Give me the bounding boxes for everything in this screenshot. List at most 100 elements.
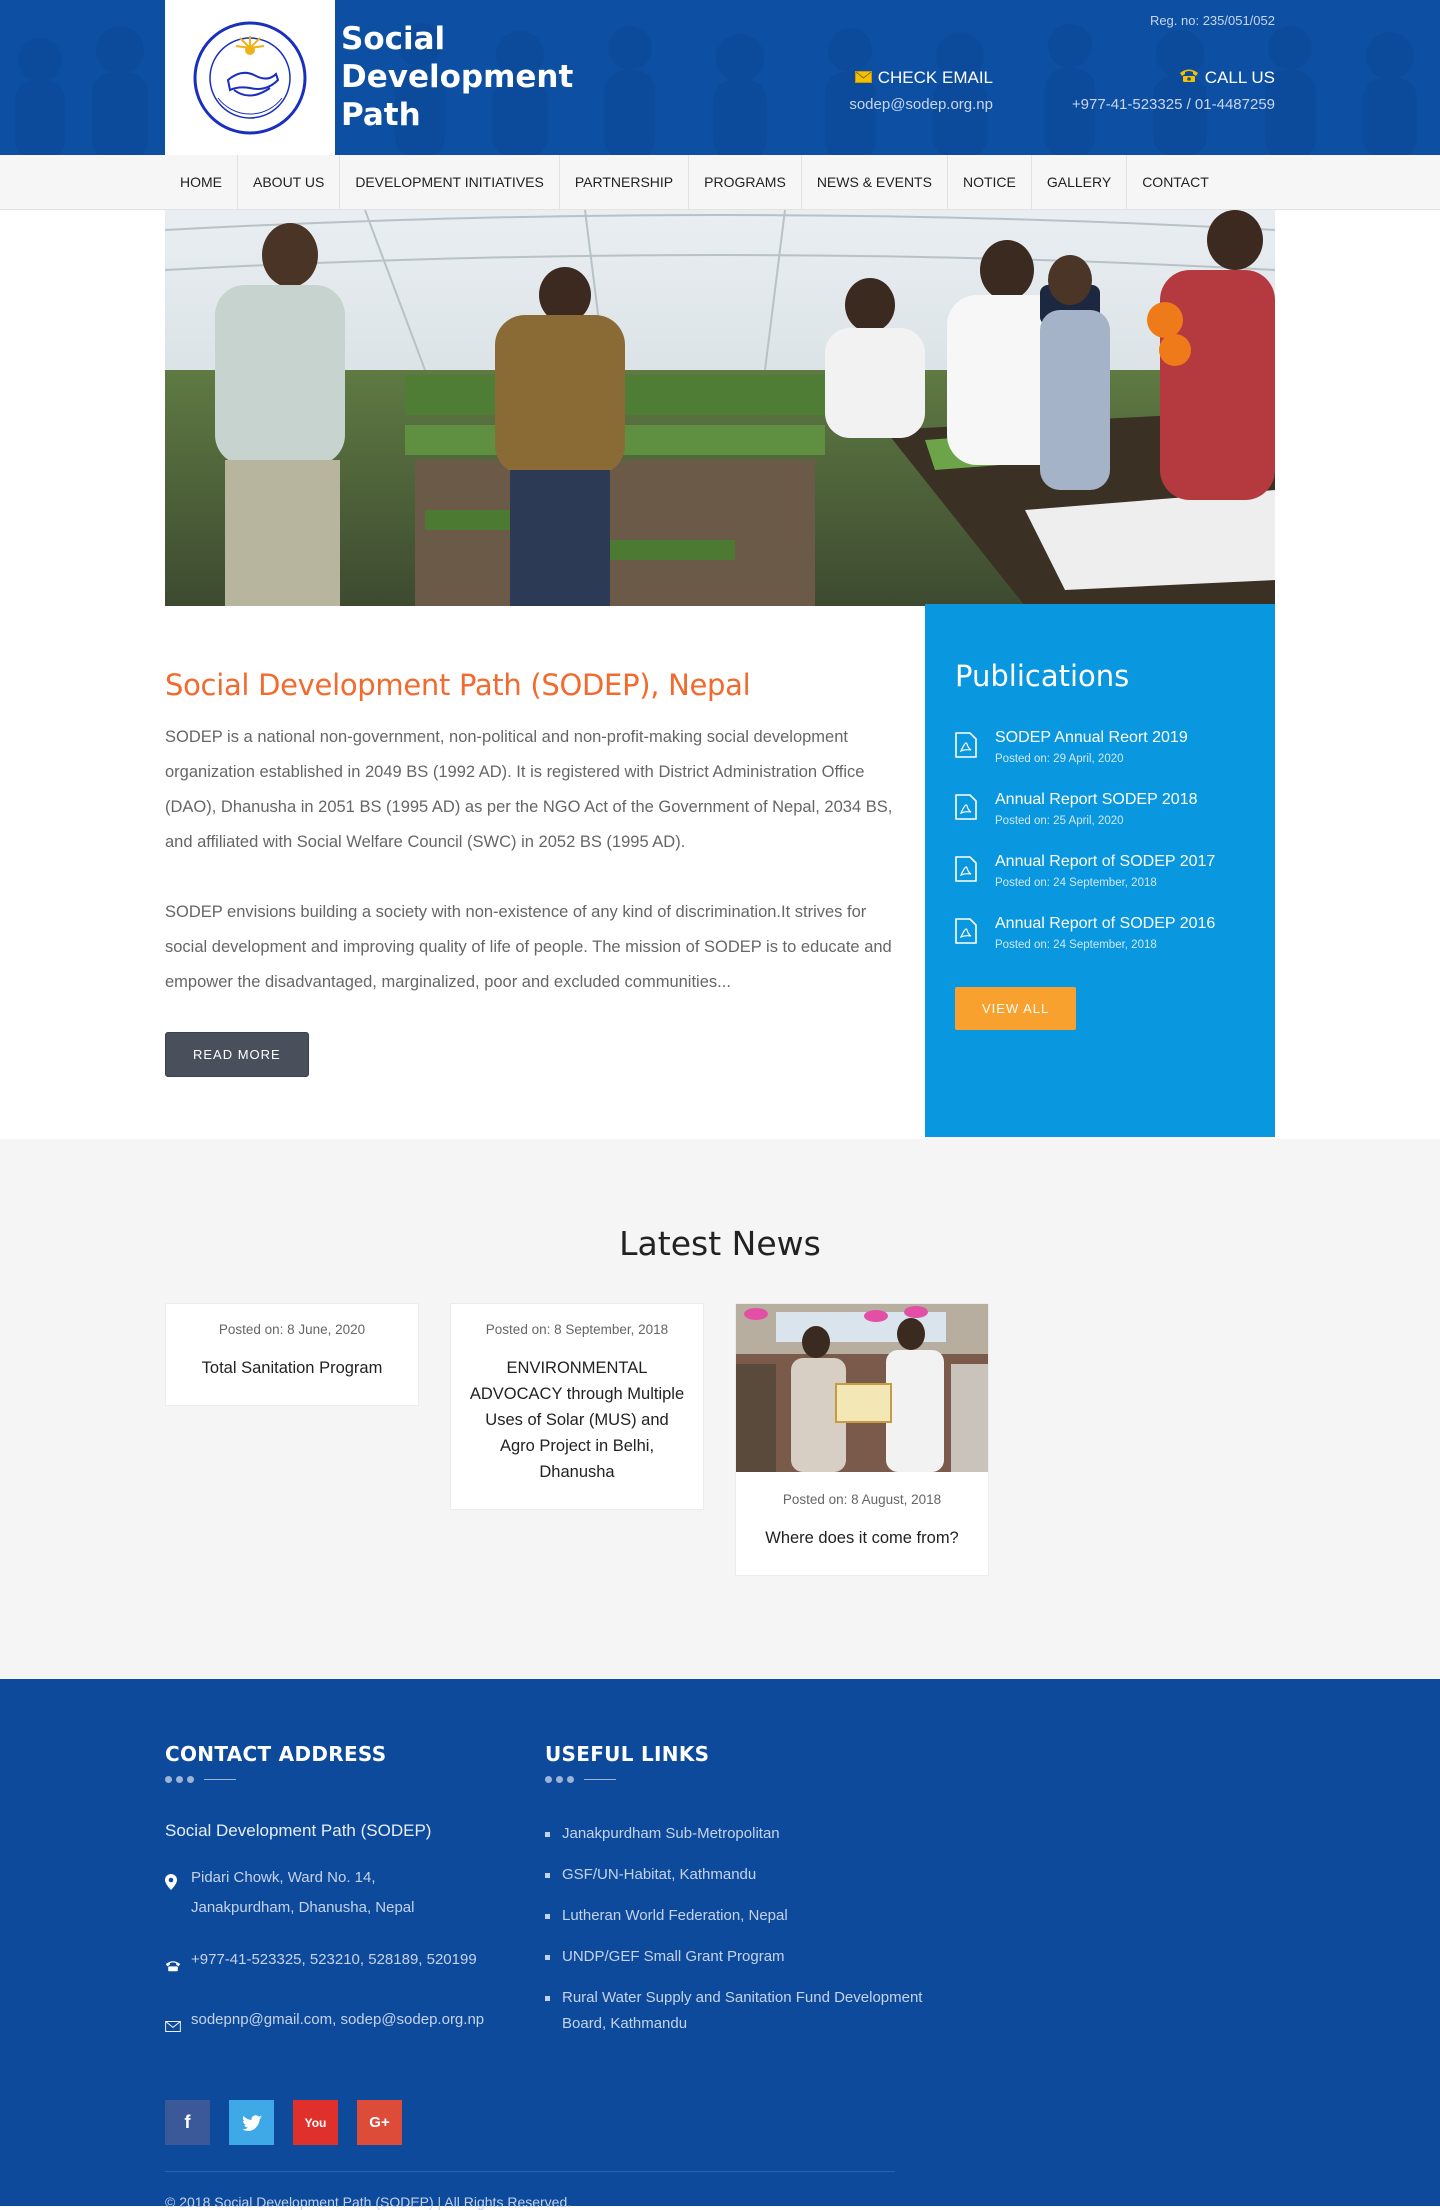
- header-email[interactable]: sodep@sodep.org.np: [849, 96, 993, 113]
- logo[interactable]: [165, 0, 335, 155]
- about-paragraph-2: SODEP envisions building a society with …: [165, 903, 892, 991]
- footer-address: Pidari Chowk, Ward No. 14, Janakpurdham,…: [165, 1863, 545, 1923]
- hero-banner: [165, 210, 1275, 606]
- site-title[interactable]: Social Development Path: [341, 20, 573, 134]
- publication-item[interactable]: Annual Report of SODEP 2017 Posted on: 2…: [955, 853, 1245, 889]
- news-grid: Posted on: 8 June, 2020 Total Sanitation…: [165, 1303, 1275, 1576]
- site-title-line2: Development: [341, 59, 574, 95]
- google-plus-icon[interactable]: G+: [357, 2100, 402, 2145]
- news-photo[interactable]: [736, 1304, 988, 1472]
- useful-links-column: USEFUL LINKS Janakpurdham Sub-Metropolit…: [545, 1742, 925, 2052]
- call-us-label-row: CALL US: [1072, 68, 1275, 88]
- sodep-logo-icon: [193, 21, 307, 134]
- read-more-button[interactable]: READ MORE: [165, 1032, 309, 1077]
- useful-link[interactable]: Rural Water Supply and Sanitation Fund D…: [545, 1985, 925, 2037]
- useful-link[interactable]: Lutheran World Federation, Nepal: [545, 1903, 925, 1929]
- latest-news-title: Latest News: [619, 1224, 821, 1263]
- facebook-icon[interactable]: f: [165, 2100, 210, 2145]
- useful-link[interactable]: Janakpurdham Sub-Metropolitan: [545, 1821, 925, 1847]
- twitter-icon[interactable]: [229, 2100, 274, 2145]
- call-us-label: CALL US: [1204, 68, 1275, 87]
- address-line-2: Janakpurdham, Dhanusha, Nepal: [191, 1899, 415, 1916]
- nav-item-contact[interactable]: CONTACT: [1127, 155, 1224, 209]
- map-pin-icon: [165, 1871, 177, 1923]
- publication-item[interactable]: Annual Report of SODEP 2016 Posted on: 2…: [955, 915, 1245, 951]
- useful-links-title: USEFUL LINKS: [545, 1742, 710, 1766]
- header-topbar: Social Development Path Reg. no: 235/051…: [0, 0, 1440, 155]
- news-title[interactable]: Total Sanitation Program: [182, 1355, 402, 1381]
- about-title: Social Development Path (SODEP), Nepal: [165, 668, 751, 702]
- news-title[interactable]: ENVIRONMENTAL ADVOCACY through Multiple …: [467, 1355, 687, 1485]
- site-footer: CONTACT ADDRESS Social Development Path …: [0, 1679, 1440, 2210]
- publication-item[interactable]: Annual Report SODEP 2018 Posted on: 25 A…: [955, 791, 1245, 827]
- nav-item-development-initiatives[interactable]: DEVELOPMENT INITIATIVES: [340, 155, 560, 209]
- social-links: f You G+: [165, 2100, 1275, 2145]
- publication-title[interactable]: SODEP Annual Reort 2019: [995, 729, 1188, 747]
- pdf-icon: [955, 918, 977, 944]
- envelope-icon: [854, 68, 872, 88]
- publication-title[interactable]: Annual Report of SODEP 2016: [995, 915, 1215, 933]
- publication-date: Posted on: 24 September, 2018: [995, 877, 1157, 889]
- registration-number: Reg. no: 235/051/052: [1149, 13, 1275, 28]
- nav-item-news-events[interactable]: NEWS & EVENTS: [802, 155, 948, 209]
- about-publications-section: Social Development Path (SODEP), Nepal S…: [165, 604, 1275, 1139]
- pdf-icon: [955, 732, 977, 758]
- telephone-icon: [1179, 68, 1199, 88]
- nav-item-programs[interactable]: PROGRAMS: [689, 155, 802, 209]
- footer-phone-numbers[interactable]: +977-41-523325, 523210, 528189, 520199: [191, 1945, 477, 1983]
- footer-email: sodepnp@gmail.com, sodep@sodep.org.np: [165, 2005, 545, 2043]
- publication-title[interactable]: Annual Report SODEP 2018: [995, 791, 1198, 809]
- news-photo-award-ceremony: [736, 1304, 988, 1472]
- view-all-button[interactable]: VIEW ALL: [955, 987, 1077, 1030]
- about-paragraph-1: SODEP is a national non-government, non-…: [165, 728, 893, 851]
- hero-photo-greenhouse: [165, 210, 1275, 606]
- site-header: Social Development Path Reg. no: 235/051…: [0, 0, 1440, 210]
- pdf-icon: [955, 856, 977, 882]
- envelope-icon: [165, 2013, 181, 2043]
- publication-date: Posted on: 29 April, 2020: [995, 753, 1124, 765]
- footer-divider: [165, 2171, 895, 2172]
- main-navigation: HOME ABOUT US DEVELOPMENT INITIATIVES PA…: [0, 155, 1440, 210]
- news-date: Posted on: 8 August, 2018: [782, 1492, 942, 1507]
- footer-email-addresses[interactable]: sodepnp@gmail.com, sodep@sodep.org.np: [191, 2005, 484, 2043]
- news-card[interactable]: Posted on: 8 June, 2020 Total Sanitation…: [165, 1303, 419, 1406]
- about-section: Social Development Path (SODEP), Nepal S…: [165, 606, 895, 1077]
- call-us-block[interactable]: CALL US +977-41-523325 / 01-4487259: [1072, 68, 1275, 113]
- telephone-icon: [165, 1953, 181, 1983]
- news-date: Posted on: 8 June, 2020: [218, 1322, 366, 1337]
- check-email-label-row: CHECK EMAIL: [849, 68, 993, 88]
- footer-org-name: Social Development Path (SODEP): [165, 1821, 432, 1840]
- contact-address-title: CONTACT ADDRESS: [165, 1742, 387, 1766]
- check-email-label: CHECK EMAIL: [877, 68, 993, 87]
- publication-date: Posted on: 24 September, 2018: [995, 939, 1157, 951]
- latest-news-section: Latest News Posted on: 8 June, 2020 Tota…: [0, 1139, 1440, 1679]
- useful-link[interactable]: GSF/UN-Habitat, Kathmandu: [545, 1862, 925, 1888]
- publications-panel: Publications SODEP Annual Reort 2019 Pos…: [925, 604, 1275, 1137]
- nav-item-about-us[interactable]: ABOUT US: [238, 155, 341, 209]
- copyright: © 2018 Social Development Path (SODEP) |…: [165, 2194, 572, 2210]
- contact-address-column: CONTACT ADDRESS Social Development Path …: [165, 1742, 545, 2052]
- header-phone[interactable]: +977-41-523325 / 01-4487259: [1072, 96, 1275, 113]
- news-card[interactable]: Posted on: 8 September, 2018 ENVIRONMENT…: [450, 1303, 704, 1510]
- check-email-block[interactable]: CHECK EMAIL sodep@sodep.org.np: [849, 68, 993, 113]
- nav-item-partnership[interactable]: PARTNERSHIP: [560, 155, 690, 209]
- useful-link[interactable]: UNDP/GEF Small Grant Program: [545, 1944, 925, 1970]
- nav-item-home[interactable]: HOME: [165, 155, 238, 209]
- site-title-line3: Path: [341, 97, 421, 133]
- nav-item-gallery[interactable]: GALLERY: [1032, 155, 1128, 209]
- youtube-icon[interactable]: You: [293, 2100, 338, 2145]
- site-title-line1: Social: [341, 21, 446, 57]
- news-card[interactable]: Posted on: 8 August, 2018 Where does it …: [735, 1303, 989, 1576]
- address-line-1: Pidari Chowk, Ward No. 14,: [191, 1869, 376, 1886]
- title-decoration: [545, 1776, 925, 1783]
- footer-phone: +977-41-523325, 523210, 528189, 520199: [165, 1945, 545, 1983]
- useful-links-list: Janakpurdham Sub-Metropolitan GSF/UN-Hab…: [545, 1821, 925, 2037]
- publication-item[interactable]: SODEP Annual Reort 2019 Posted on: 29 Ap…: [955, 729, 1245, 765]
- publications-title: Publications: [955, 659, 1130, 693]
- title-decoration: [165, 1776, 545, 1783]
- news-title[interactable]: Where does it come from?: [736, 1525, 988, 1551]
- publication-title[interactable]: Annual Report of SODEP 2017: [995, 853, 1215, 871]
- nav-item-notice[interactable]: NOTICE: [948, 155, 1032, 209]
- publication-date: Posted on: 25 April, 2020: [995, 815, 1124, 827]
- news-date: Posted on: 8 September, 2018: [485, 1322, 669, 1337]
